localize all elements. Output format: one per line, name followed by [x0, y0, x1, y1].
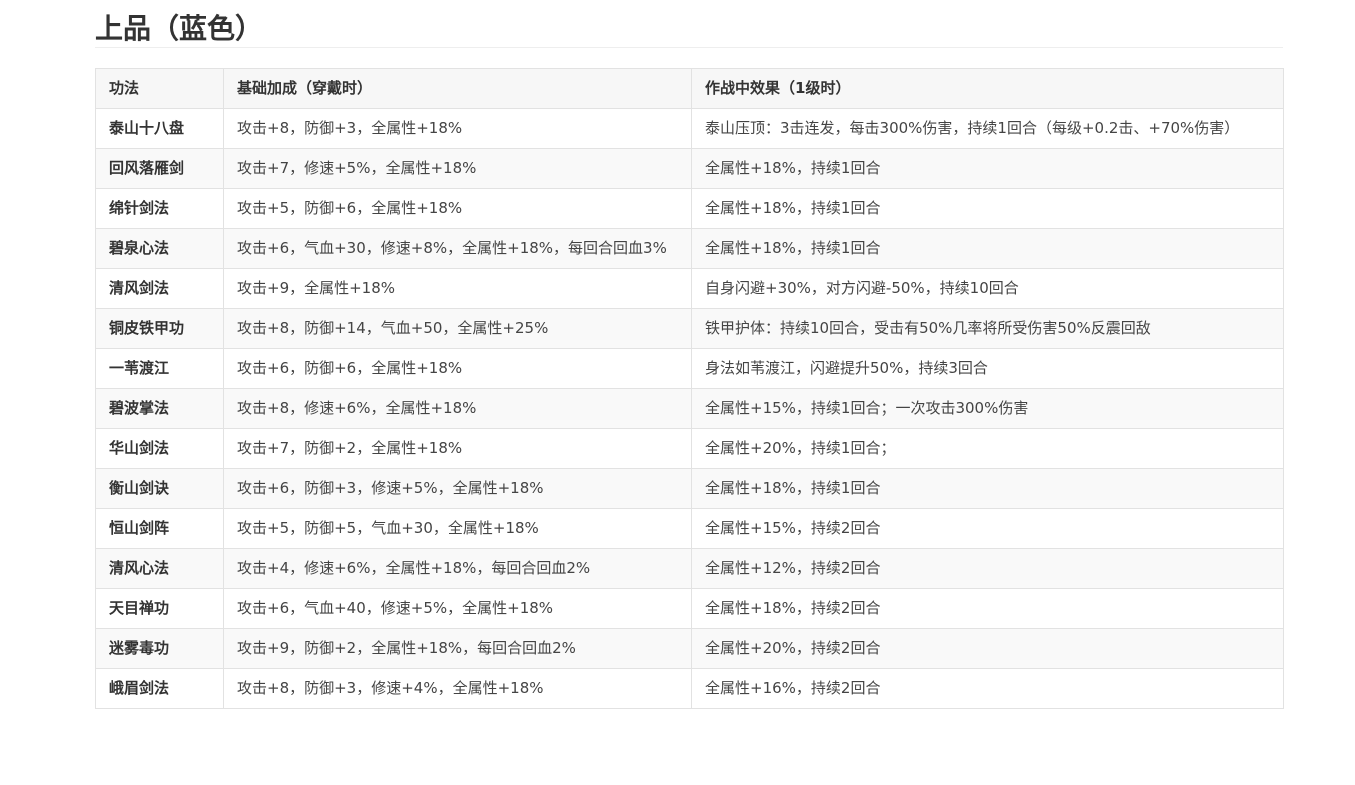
- battle-effect-cell: 自身闪避+30%，对方闪避-50%，持续10回合: [691, 268, 1284, 309]
- table-row: 峨眉剑法 攻击+8，防御+3，修速+4%，全属性+18% 全属性+16%，持续2回合: [95, 668, 1284, 709]
- battle-effect-cell: 全属性+18%，持续1回合: [691, 188, 1284, 229]
- base-bonus-cell: 攻击+6，防御+6，全属性+18%: [223, 348, 692, 389]
- table-row: 华山剑法 攻击+7，防御+2，全属性+18% 全属性+20%，持续1回合；: [95, 428, 1284, 469]
- battle-effect-cell: 全属性+15%，持续2回合: [691, 508, 1284, 549]
- base-bonus-cell: 攻击+9，全属性+18%: [223, 268, 692, 309]
- skill-name-cell: 绵针剑法: [95, 188, 224, 229]
- table-row: 衡山剑诀 攻击+6，防御+3，修速+5%，全属性+18% 全属性+18%，持续1回合: [95, 468, 1284, 509]
- skill-name-cell: 迷雾毒功: [95, 628, 224, 669]
- battle-effect-cell: 全属性+18%，持续2回合: [691, 588, 1284, 629]
- table-header-row: 功法 基础加成（穿戴时） 作战中效果（1级时）: [95, 68, 1284, 109]
- skill-name-cell: 清风剑法: [95, 268, 224, 309]
- battle-effect-cell: 全属性+20%，持续2回合: [691, 628, 1284, 669]
- header-base-bonus: 基础加成（穿戴时）: [223, 68, 692, 109]
- table-header: 功法 基础加成（穿戴时） 作战中效果（1级时）: [95, 68, 1284, 109]
- section-title: 上品（蓝色）: [95, 0, 1283, 48]
- skill-name-cell: 回风落雁剑: [95, 148, 224, 189]
- battle-effect-cell: 泰山压顶：3击连发，每击300%伤害，持续1回合（每级+0.2击、+70%伤害）: [691, 108, 1284, 149]
- skill-name-cell: 清风心法: [95, 548, 224, 589]
- skills-table: 功法 基础加成（穿戴时） 作战中效果（1级时） 泰山十八盘 攻击+8，防御+3，全…: [95, 68, 1284, 709]
- skill-name-cell: 碧泉心法: [95, 228, 224, 269]
- article-content: 上品（蓝色） 功法 基础加成（穿戴时） 作战中效果（1级时） 泰山十八盘 攻击+8…: [95, 0, 1284, 709]
- table-row: 清风心法 攻击+4，修速+6%，全属性+18%，每回合回血2% 全属性+12%，持续…: [95, 548, 1284, 589]
- base-bonus-cell: 攻击+8，防御+3，全属性+18%: [223, 108, 692, 149]
- base-bonus-cell: 攻击+8，修速+6%，全属性+18%: [223, 388, 692, 429]
- skill-name-cell: 峨眉剑法: [95, 668, 224, 709]
- table-body: 泰山十八盘 攻击+8，防御+3，全属性+18% 泰山压顶：3击连发，每击300%伤害…: [95, 108, 1284, 709]
- base-bonus-cell: 攻击+5，防御+5，气血+30，全属性+18%: [223, 508, 692, 549]
- battle-effect-cell: 全属性+12%，持续2回合: [691, 548, 1284, 589]
- table-row: 铜皮铁甲功 攻击+8，防御+14，气血+50，全属性+25% 铁甲护体：持续10回合…: [95, 308, 1284, 349]
- battle-effect-cell: 全属性+18%，持续1回合: [691, 468, 1284, 509]
- battle-effect-cell: 铁甲护体：持续10回合，受击有50%几率将所受伤害50%反震回敌: [691, 308, 1284, 349]
- base-bonus-cell: 攻击+8，防御+3，修速+4%，全属性+18%: [223, 668, 692, 709]
- skill-name-cell: 恒山剑阵: [95, 508, 224, 549]
- header-skill: 功法: [95, 68, 224, 109]
- base-bonus-cell: 攻击+6，防御+3，修速+5%，全属性+18%: [223, 468, 692, 509]
- table-row: 一苇渡江 攻击+6，防御+6，全属性+18% 身法如苇渡江，闪避提升50%，持续3回…: [95, 348, 1284, 389]
- battle-effect-cell: 全属性+15%，持续1回合；一次攻击300%伤害: [691, 388, 1284, 429]
- skill-name-cell: 华山剑法: [95, 428, 224, 469]
- table-row: 恒山剑阵 攻击+5，防御+5，气血+30，全属性+18% 全属性+15%，持续2回合: [95, 508, 1284, 549]
- base-bonus-cell: 攻击+6，气血+30，修速+8%，全属性+18%，每回合回血3%: [223, 228, 692, 269]
- base-bonus-cell: 攻击+7，修速+5%，全属性+18%: [223, 148, 692, 189]
- skill-name-cell: 天目禅功: [95, 588, 224, 629]
- skill-name-cell: 衡山剑诀: [95, 468, 224, 509]
- base-bonus-cell: 攻击+4，修速+6%，全属性+18%，每回合回血2%: [223, 548, 692, 589]
- battle-effect-cell: 身法如苇渡江，闪避提升50%，持续3回合: [691, 348, 1284, 389]
- table-row: 泰山十八盘 攻击+8，防御+3，全属性+18% 泰山压顶：3击连发，每击300%伤害…: [95, 108, 1284, 149]
- battle-effect-cell: 全属性+20%，持续1回合；: [691, 428, 1284, 469]
- battle-effect-cell: 全属性+16%，持续2回合: [691, 668, 1284, 709]
- header-battle-effect: 作战中效果（1级时）: [691, 68, 1284, 109]
- skill-name-cell: 铜皮铁甲功: [95, 308, 224, 349]
- table-row: 回风落雁剑 攻击+7，修速+5%，全属性+18% 全属性+18%，持续1回合: [95, 148, 1284, 189]
- table-row: 清风剑法 攻击+9，全属性+18% 自身闪避+30%，对方闪避-50%，持续10回合: [95, 268, 1284, 309]
- battle-effect-cell: 全属性+18%，持续1回合: [691, 228, 1284, 269]
- skill-name-cell: 一苇渡江: [95, 348, 224, 389]
- battle-effect-cell: 全属性+18%，持续1回合: [691, 148, 1284, 189]
- table-row: 碧波掌法 攻击+8，修速+6%，全属性+18% 全属性+15%，持续1回合；一次攻击…: [95, 388, 1284, 429]
- table-row: 碧泉心法 攻击+6，气血+30，修速+8%，全属性+18%，每回合回血3% 全属性+…: [95, 228, 1284, 269]
- base-bonus-cell: 攻击+6，气血+40，修速+5%，全属性+18%: [223, 588, 692, 629]
- skill-name-cell: 碧波掌法: [95, 388, 224, 429]
- base-bonus-cell: 攻击+9，防御+2，全属性+18%，每回合回血2%: [223, 628, 692, 669]
- skill-name-cell: 泰山十八盘: [95, 108, 224, 149]
- table-row: 迷雾毒功 攻击+9，防御+2，全属性+18%，每回合回血2% 全属性+20%，持续2…: [95, 628, 1284, 669]
- base-bonus-cell: 攻击+5，防御+6，全属性+18%: [223, 188, 692, 229]
- table-row: 天目禅功 攻击+6，气血+40，修速+5%，全属性+18% 全属性+18%，持续2回…: [95, 588, 1284, 629]
- base-bonus-cell: 攻击+8，防御+14，气血+50，全属性+25%: [223, 308, 692, 349]
- table-row: 绵针剑法 攻击+5，防御+6，全属性+18% 全属性+18%，持续1回合: [95, 188, 1284, 229]
- base-bonus-cell: 攻击+7，防御+2，全属性+18%: [223, 428, 692, 469]
